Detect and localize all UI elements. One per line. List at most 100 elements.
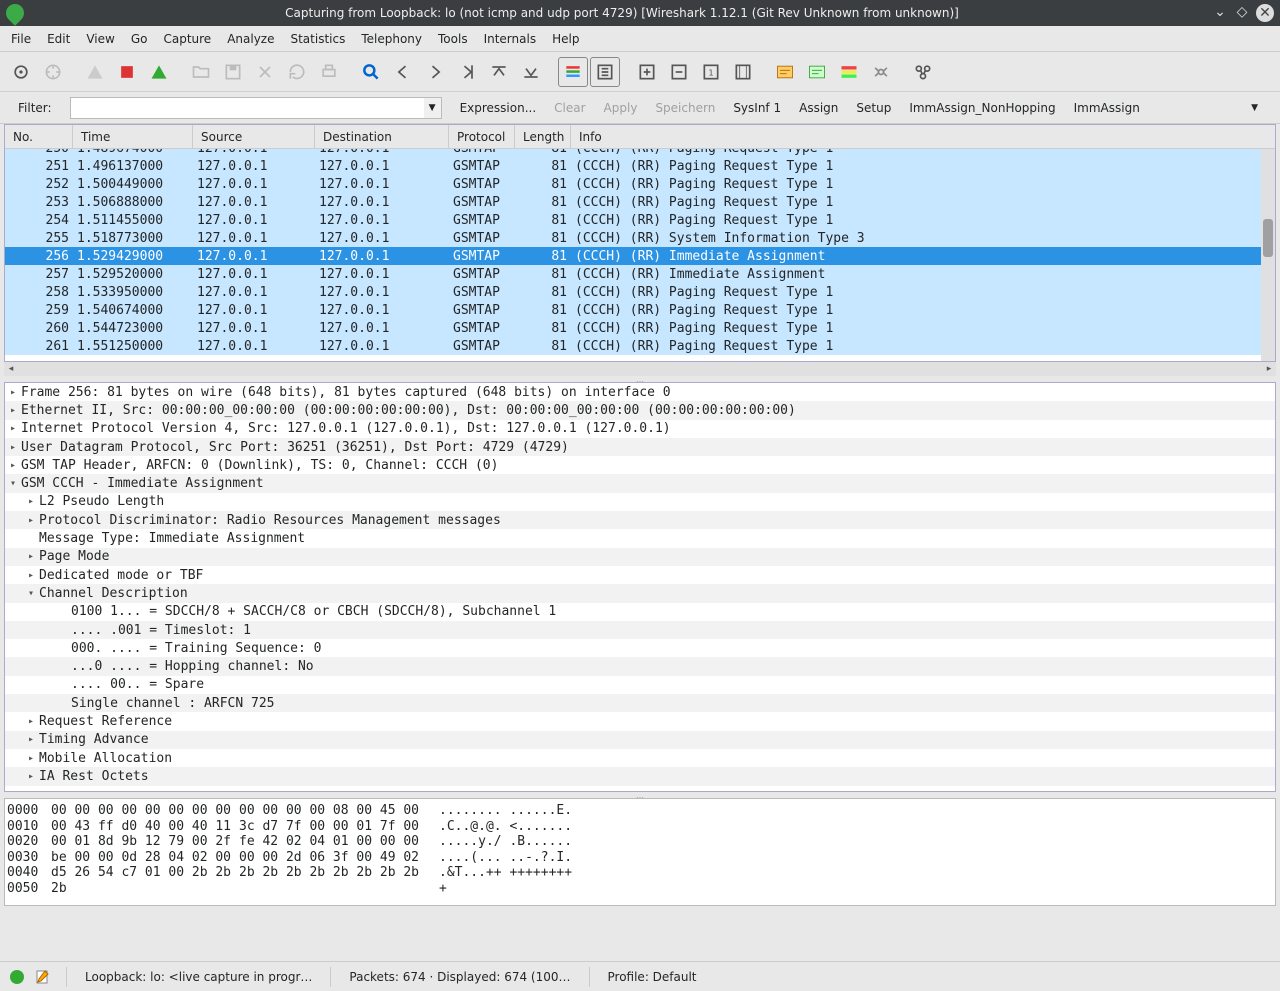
resize-columns-icon[interactable] [728,57,758,87]
detail-row[interactable]: GSM CCCH - Immediate Assignment [5,474,1275,492]
col-len[interactable]: Length [515,125,571,148]
menu-capture[interactable]: Capture [156,28,218,50]
packet-details-pane[interactable]: Frame 256: 81 bytes on wire (648 bits), … [4,382,1276,792]
hex-row[interactable]: 0040d5 26 54 c7 01 00 2b 2b2b 2b 2b 2b 2… [7,865,1273,881]
filter-immassign-nonhop-button[interactable]: ImmAssign_NonHopping [909,101,1055,115]
menu-analyze[interactable]: Analyze [220,28,281,50]
minimize-icon[interactable]: ⌄ [1212,4,1228,20]
packet-row[interactable]: 2511.496137000127.0.0.1127.0.0.1GSMTAP81… [5,157,1261,175]
capture-filters-icon[interactable] [770,57,800,87]
packet-list-scrollbar[interactable] [1261,149,1275,361]
menu-telephony[interactable]: Telephony [354,28,429,50]
go-forward-icon[interactable] [420,57,450,87]
filter-input[interactable] [70,97,425,119]
menu-view[interactable]: View [79,28,121,50]
filter-assign-button[interactable]: Assign [799,101,838,115]
packet-row[interactable]: 2571.529520000127.0.0.1127.0.0.1GSMTAP81… [5,265,1261,283]
detail-row[interactable]: Single channel : ARFCN 725 [5,694,1275,712]
packet-list-hscroll[interactable]: ◂▸ [4,362,1276,376]
menu-tools[interactable]: Tools [431,28,475,50]
detail-row[interactable]: 000. .... = Training Sequence: 0 [5,639,1275,657]
menu-help[interactable]: Help [545,28,586,50]
detail-row[interactable]: Timing Advance [5,731,1275,749]
options-icon[interactable] [38,57,68,87]
packet-row[interactable]: 2541.511455000127.0.0.1127.0.0.1GSMTAP81… [5,211,1261,229]
filter-save-button[interactable]: Speichern [655,101,715,115]
reload-icon[interactable] [282,57,312,87]
hex-row[interactable]: 0030be 00 00 0d 28 04 02 0000 00 2d 06 3… [7,850,1273,866]
packet-list-header[interactable]: No. Time Source Destination Protocol Len… [5,125,1275,149]
menu-statistics[interactable]: Statistics [283,28,352,50]
find-icon[interactable] [356,57,386,87]
go-back-icon[interactable] [388,57,418,87]
filter-expression-button[interactable]: Expression... [460,101,537,115]
maximize-icon[interactable]: ◇ [1234,4,1250,20]
detail-row[interactable]: 0100 1... = SDCCH/8 + SACCH/C8 or CBCH (… [5,603,1275,621]
filter-apply-button[interactable]: Apply [604,101,638,115]
edit-capture-comment-icon[interactable] [34,968,52,986]
packet-row[interactable]: 2611.551250000127.0.0.1127.0.0.1GSMTAP81… [5,337,1261,355]
detail-row[interactable]: Protocol Discriminator: Radio Resources … [5,511,1275,529]
col-info[interactable]: Info [571,125,1275,148]
zoom-in-icon[interactable] [632,57,662,87]
col-dst[interactable]: Destination [315,125,449,148]
zoom-reset-icon[interactable]: 1 [696,57,726,87]
detail-row[interactable]: .... .001 = Timeslot: 1 [5,621,1275,639]
display-filters-icon[interactable] [802,57,832,87]
packet-row[interactable]: 2581.533950000127.0.0.1127.0.0.1GSMTAP81… [5,283,1261,301]
col-no[interactable]: No. [5,125,73,148]
filter-immassign-button[interactable]: ImmAssign [1074,101,1140,115]
packet-row[interactable]: 2591.540674000127.0.0.1127.0.0.1GSMTAP81… [5,301,1261,319]
detail-row[interactable]: Ethernet II, Src: 00:00:00_00:00:00 (00:… [5,401,1275,419]
expert-info-icon[interactable] [8,968,26,986]
detail-row[interactable]: Page Mode [5,548,1275,566]
detail-row[interactable]: GSM TAP Header, ARFCN: 0 (Downlink), TS:… [5,456,1275,474]
detail-row[interactable]: .... 00.. = Spare [5,676,1275,694]
go-last-icon[interactable] [516,57,546,87]
detail-row[interactable]: Mobile Allocation [5,749,1275,767]
col-src[interactable]: Source [193,125,315,148]
detail-row[interactable]: User Datagram Protocol, Src Port: 36251 … [5,438,1275,456]
filter-dropdown-icon[interactable]: ▼ [424,97,442,119]
detail-row[interactable]: Message Type: Immediate Assignment [5,529,1275,547]
filter-overflow-icon[interactable]: ▼ [1251,103,1262,113]
col-proto[interactable]: Protocol [449,125,515,148]
restart-capture-icon[interactable] [144,57,174,87]
preferences-icon[interactable] [866,57,896,87]
open-file-icon[interactable] [186,57,216,87]
menu-internals[interactable]: Internals [477,28,544,50]
close-file-icon[interactable] [250,57,280,87]
hex-row[interactable]: 001000 43 ff d0 40 00 40 113c d7 7f 00 0… [7,819,1273,835]
start-capture-icon[interactable] [80,57,110,87]
filter-setup-button[interactable]: Setup [856,101,891,115]
close-icon[interactable]: ✕ [1256,4,1274,22]
interfaces-icon[interactable] [6,57,36,87]
packet-row[interactable]: 2521.500449000127.0.0.1127.0.0.1GSMTAP81… [5,175,1261,193]
detail-row[interactable]: Internet Protocol Version 4, Src: 127.0.… [5,420,1275,438]
print-icon[interactable] [314,57,344,87]
go-to-packet-icon[interactable] [452,57,482,87]
detail-row[interactable]: ...0 .... = Hopping channel: No [5,657,1275,675]
packet-row[interactable]: 2551.518773000127.0.0.1127.0.0.1GSMTAP81… [5,229,1261,247]
detail-row[interactable]: Channel Description [5,584,1275,602]
zoom-out-icon[interactable] [664,57,694,87]
help-icon[interactable] [908,57,938,87]
packet-row[interactable]: 2601.544723000127.0.0.1127.0.0.1GSMTAP81… [5,319,1261,337]
auto-scroll-icon[interactable] [590,57,620,87]
filter-sysinf-button[interactable]: SysInf 1 [733,101,781,115]
hex-row[interactable]: 00502b+ [7,881,1273,897]
colorize-icon[interactable] [558,57,588,87]
detail-row[interactable]: IA Rest Octets [5,767,1275,785]
packet-row[interactable]: 2531.506888000127.0.0.1127.0.0.1GSMTAP81… [5,193,1261,211]
detail-row[interactable]: Dedicated mode or TBF [5,566,1275,584]
menu-edit[interactable]: Edit [40,28,77,50]
coloring-rules-icon[interactable] [834,57,864,87]
menu-file[interactable]: File [4,28,38,50]
detail-row[interactable]: Frame 256: 81 bytes on wire (648 bits), … [5,383,1275,401]
filter-clear-button[interactable]: Clear [554,101,585,115]
hex-row[interactable]: 000000 00 00 00 00 00 00 0000 00 00 00 0… [7,803,1273,819]
packet-row[interactable]: 2561.529429000127.0.0.1127.0.0.1GSMTAP81… [5,247,1261,265]
status-profile[interactable]: Profile: Default [604,970,701,984]
go-first-icon[interactable] [484,57,514,87]
packet-row[interactable]: 2501.489674000127.0.0.1127.0.0.1GSMTAP81… [5,149,1261,157]
